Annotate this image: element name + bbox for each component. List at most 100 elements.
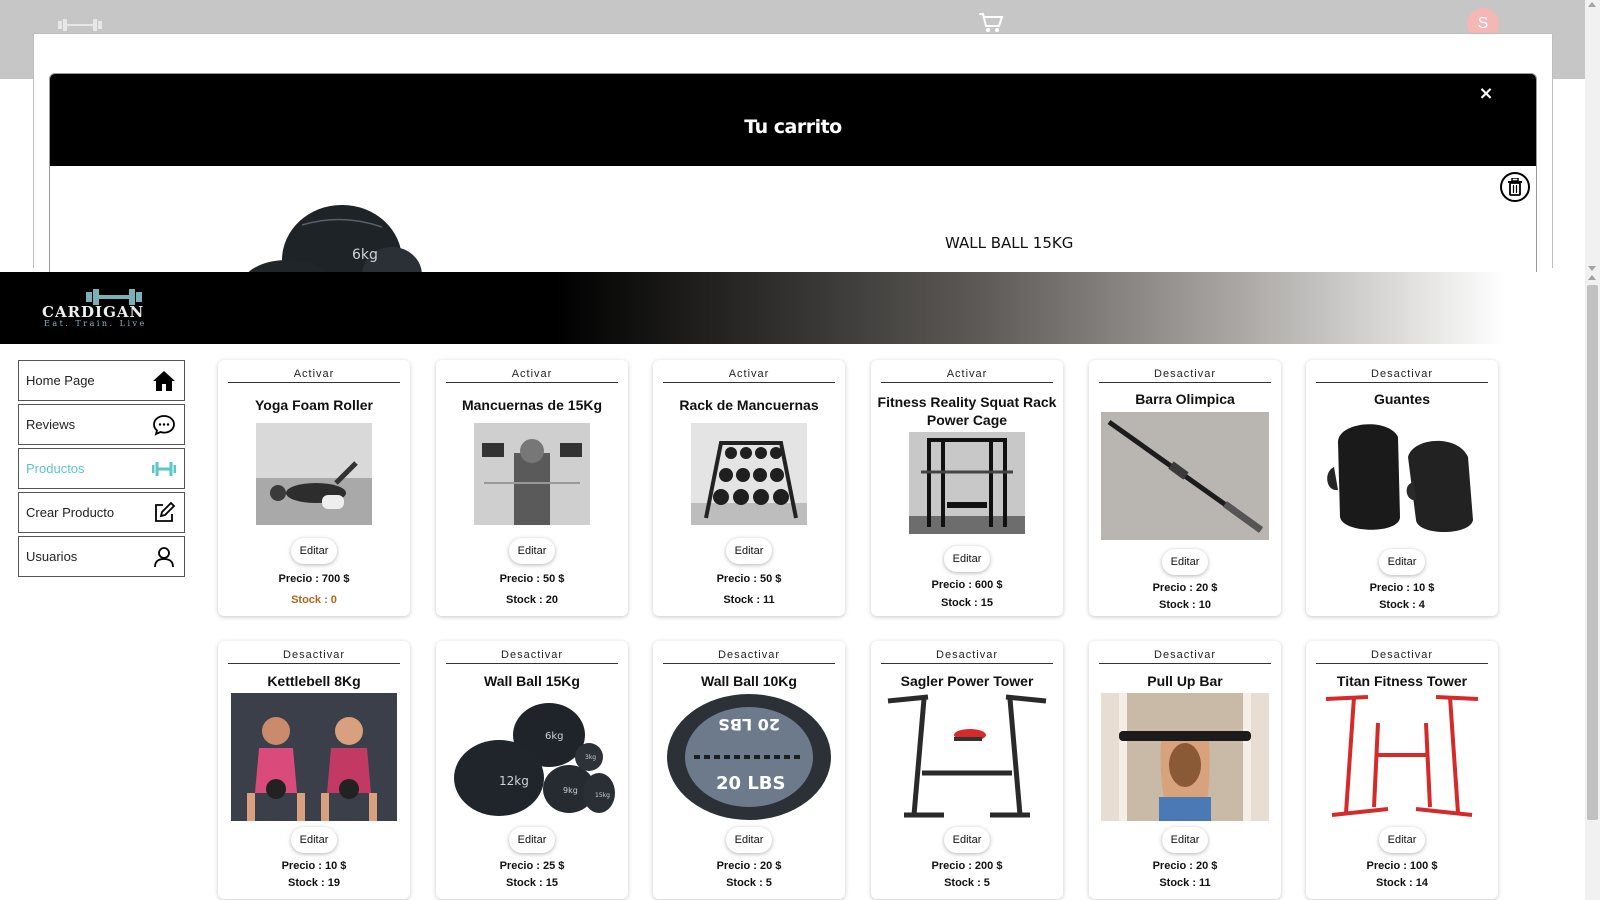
product-card: Activar Yoga Foam Roller Editar Precio :… bbox=[218, 360, 410, 616]
edit-button[interactable]: Editar bbox=[509, 827, 555, 853]
dumbbell-logo-icon[interactable] bbox=[58, 18, 102, 32]
activate-toggle-button[interactable]: Activar bbox=[663, 368, 835, 383]
trash-icon bbox=[1508, 178, 1522, 196]
edit-button[interactable]: Editar bbox=[1379, 827, 1425, 853]
deactivate-toggle-button[interactable]: Desactivar bbox=[663, 649, 835, 664]
edit-button[interactable]: Editar bbox=[1162, 827, 1208, 853]
product-card: Desactivar Guantes Editar Precio : 10 $ … bbox=[1306, 360, 1498, 616]
edit-button[interactable]: Editar bbox=[1379, 549, 1425, 575]
cart-item-name: WALL BALL 15KG bbox=[945, 234, 1074, 252]
cart-icon[interactable] bbox=[978, 12, 1004, 34]
edit-button[interactable]: Editar bbox=[726, 538, 772, 564]
sidebar-item-label: Crear Producto bbox=[26, 505, 115, 520]
product-card: Desactivar Kettlebell 8Kg Editar Precio … bbox=[218, 641, 410, 899]
product-price: Precio : 25 $ bbox=[499, 860, 565, 872]
activate-toggle-button[interactable]: Activar bbox=[446, 368, 618, 383]
product-name: Barra Olimpica bbox=[1135, 391, 1235, 407]
image-label: 12kg bbox=[499, 774, 529, 788]
deactivate-toggle-button[interactable]: Desactivar bbox=[1316, 368, 1488, 383]
edit-button[interactable]: Editar bbox=[726, 827, 772, 853]
product-stock: Stock : 15 bbox=[506, 877, 558, 889]
deactivate-toggle-button[interactable]: Desactivar bbox=[1099, 368, 1271, 383]
product-card: Desactivar Wall Ball 15Kg 6kg 12kg 9kg 1… bbox=[436, 641, 628, 899]
product-image: 20 LBS 20 LBS bbox=[666, 693, 832, 821]
product-card: Desactivar Wall Ball 10Kg 20 LBS 20 LBS … bbox=[653, 641, 845, 899]
product-stock: Stock : 14 bbox=[1376, 877, 1428, 889]
admin-header-banner: CARDIGAN Eat. Train. Live bbox=[0, 272, 1585, 344]
product-price: Precio : 600 $ bbox=[931, 579, 1003, 591]
edit-button[interactable]: Editar bbox=[509, 538, 555, 564]
product-card: Desactivar Titan Fitness Tower Editar Pr… bbox=[1306, 641, 1498, 899]
image-label: 20 LBS bbox=[718, 715, 780, 734]
cart-modal-header: Tu carrito × bbox=[50, 74, 1536, 166]
product-name: Yoga Foam Roller bbox=[255, 397, 373, 413]
product-card: Desactivar Sagler Power Tower Editar Pre… bbox=[871, 641, 1063, 899]
product-card: Activar Fitness Reality Squat Rack Power… bbox=[871, 360, 1063, 616]
delete-cart-item-button[interactable] bbox=[1500, 172, 1530, 202]
product-stock: Stock : 11 bbox=[723, 594, 775, 606]
page-scrollbar[interactable] bbox=[1585, 0, 1600, 900]
brand-logo[interactable]: CARDIGAN Eat. Train. Live bbox=[0, 286, 198, 328]
sidebar-item-label: Usuarios bbox=[26, 549, 78, 564]
product-stock: Stock : 10 bbox=[1159, 599, 1211, 611]
product-price: Precio : 10 $ bbox=[281, 860, 347, 872]
product-image bbox=[1318, 693, 1486, 821]
product-price: Precio : 50 $ bbox=[716, 573, 782, 585]
sidebar-item-productos[interactable]: Productos bbox=[18, 448, 185, 489]
sidebar-item-usuarios[interactable]: Usuarios bbox=[18, 536, 185, 577]
product-price: Precio : 50 $ bbox=[499, 573, 565, 585]
product-image bbox=[1101, 693, 1269, 821]
deactivate-toggle-button[interactable]: Desactivar bbox=[228, 649, 400, 664]
activate-toggle-button[interactable]: Activar bbox=[881, 368, 1053, 383]
user-icon bbox=[154, 547, 174, 568]
sidebar-item-label: Productos bbox=[26, 461, 85, 476]
product-name: Guantes bbox=[1373, 391, 1430, 407]
image-label: 6kg bbox=[545, 731, 564, 742]
product-image bbox=[909, 432, 1025, 534]
product-stock: Stock : 4 bbox=[1379, 599, 1425, 611]
product-price: Precio : 10 $ bbox=[1369, 582, 1435, 594]
product-name: Mancuernas de 15Kg bbox=[461, 397, 603, 413]
edit-button[interactable]: Editar bbox=[291, 827, 337, 853]
product-image bbox=[1101, 412, 1269, 540]
image-label: 9kg bbox=[563, 786, 578, 795]
edit-icon bbox=[155, 501, 176, 522]
activate-toggle-button[interactable]: Activar bbox=[228, 368, 400, 383]
edit-button[interactable]: Editar bbox=[291, 538, 337, 564]
product-image bbox=[884, 693, 1050, 821]
close-icon[interactable]: × bbox=[1476, 84, 1496, 104]
deactivate-toggle-button[interactable]: Desactivar bbox=[1099, 649, 1271, 664]
product-price: Precio : 700 $ bbox=[278, 573, 350, 585]
product-name: Fitness Reality Squat Rack Power Cage bbox=[877, 394, 1057, 428]
product-name: Sagler Power Tower bbox=[900, 673, 1034, 689]
product-image bbox=[256, 423, 372, 525]
deactivate-toggle-button[interactable]: Desactivar bbox=[881, 649, 1053, 664]
product-stock: Stock : 5 bbox=[944, 877, 990, 889]
sidebar-item-label: Reviews bbox=[26, 417, 76, 432]
product-name: Wall Ball 10Kg bbox=[701, 673, 797, 689]
scrollbar-thumb[interactable] bbox=[1587, 285, 1598, 820]
product-image bbox=[231, 693, 397, 821]
deactivate-toggle-button[interactable]: Desactivar bbox=[1316, 649, 1488, 664]
product-stock: Stock : 20 bbox=[506, 594, 558, 606]
edit-button[interactable]: Editar bbox=[944, 827, 990, 853]
product-image: 6kg 12kg 9kg 15kg 3kg bbox=[449, 693, 615, 821]
product-name: Rack de Mancuernas bbox=[679, 397, 819, 413]
sidebar-item-reviews[interactable]: Reviews bbox=[18, 404, 185, 445]
product-stock: Stock : 0 bbox=[291, 594, 337, 606]
cart-item-weight-label: 6kg bbox=[352, 247, 378, 263]
chat-icon bbox=[153, 415, 175, 436]
product-stock: Stock : 11 bbox=[1159, 877, 1211, 889]
deactivate-toggle-button[interactable]: Desactivar bbox=[446, 649, 618, 664]
sidebar-item-home[interactable]: Home Page bbox=[18, 360, 185, 401]
scroll-down-arrow-icon[interactable] bbox=[1588, 266, 1596, 271]
brand-tagline: Eat. Train. Live bbox=[44, 319, 147, 328]
edit-button[interactable]: Editar bbox=[944, 546, 990, 572]
product-price: Precio : 200 $ bbox=[931, 860, 1003, 872]
edit-button[interactable]: Editar bbox=[1162, 549, 1208, 575]
product-name: Titan Fitness Tower bbox=[1336, 673, 1468, 689]
scroll-up-arrow-icon[interactable] bbox=[1588, 275, 1596, 280]
product-price: Precio : 20 $ bbox=[716, 860, 782, 872]
scroll-up-arrow-icon[interactable] bbox=[1588, 2, 1596, 7]
sidebar-item-crear-producto[interactable]: Crear Producto bbox=[18, 492, 185, 533]
